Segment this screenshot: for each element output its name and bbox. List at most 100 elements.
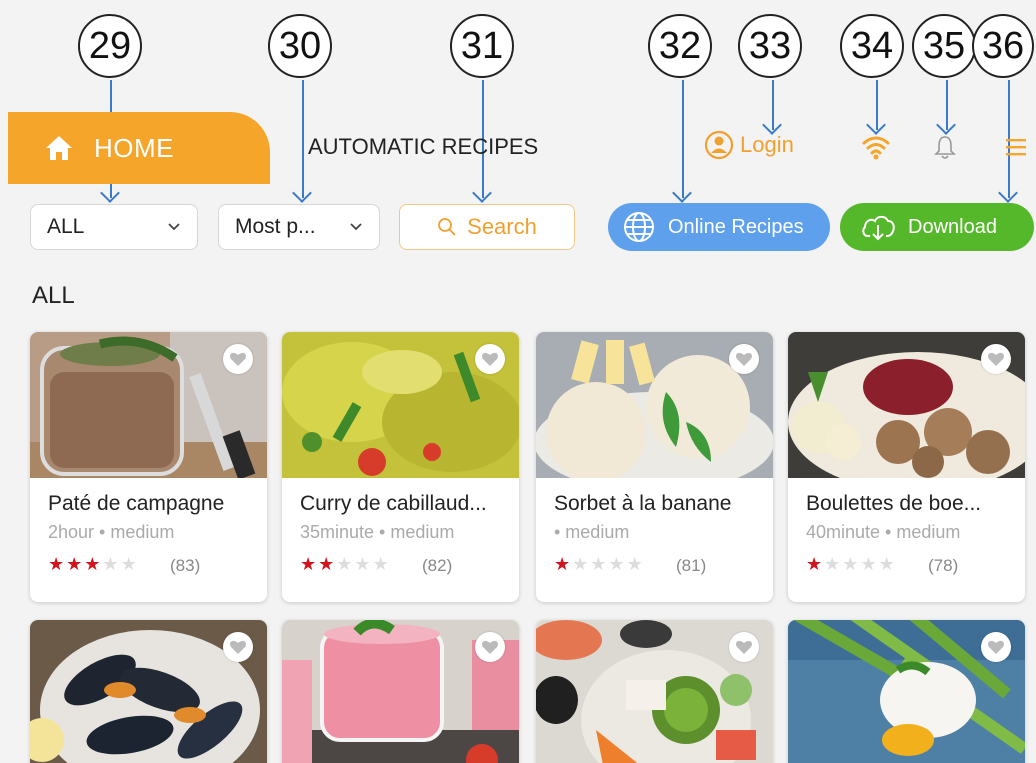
menu-icon <box>1006 139 1026 156</box>
heart-icon <box>229 352 247 366</box>
login-label: Login <box>740 132 794 157</box>
heart-icon <box>987 640 1005 654</box>
favorite-button[interactable] <box>475 632 505 662</box>
star-icon: ★ <box>66 554 83 574</box>
recipe-name: Sorbet à la banane <box>554 492 732 515</box>
chevron-down-icon <box>168 223 180 231</box>
recipe-card[interactable] <box>536 620 773 763</box>
page-title: AUTOMATIC RECIPES <box>308 134 539 159</box>
recipe-name: Paté de campagne <box>48 492 225 515</box>
star-icon: ★ <box>120 554 137 574</box>
favorite-button[interactable] <box>223 632 253 662</box>
recipe-card[interactable] <box>282 620 519 763</box>
recipe-meta: 35minute • medium <box>300 522 455 542</box>
recipe-name: Boulettes de boe... <box>806 492 982 515</box>
heart-icon <box>987 352 1005 366</box>
menu-button[interactable] <box>1004 136 1028 163</box>
callout-arrow <box>302 80 304 198</box>
callout-36: 36 <box>972 14 1034 78</box>
user-icon <box>704 130 734 160</box>
download-button[interactable]: Download <box>840 203 1034 251</box>
heart-icon <box>735 352 753 366</box>
globe-icon <box>624 212 654 242</box>
online-recipes-label: Online Recipes <box>668 215 804 238</box>
home-tab[interactable]: HOME <box>8 112 270 184</box>
wifi-icon <box>862 136 890 160</box>
rating-count: (78) <box>928 556 959 575</box>
recipe-meta: 40minute • medium <box>806 522 961 542</box>
section-label: ALL <box>32 282 75 309</box>
star-icon: ★ <box>318 554 335 574</box>
heart-icon <box>735 640 753 654</box>
favorite-button[interactable] <box>729 632 759 662</box>
notification-button[interactable] <box>934 134 956 165</box>
star-icon: ★ <box>300 554 317 574</box>
star-icon: ★ <box>554 554 571 574</box>
bell-icon <box>934 136 956 159</box>
star-icon: ★ <box>590 554 607 574</box>
login-button[interactable]: Login <box>704 130 794 160</box>
search-button[interactable]: Search <box>399 204 575 250</box>
rating-count: (81) <box>676 556 707 575</box>
callout-arrow <box>772 80 774 130</box>
star-icon: ★ <box>336 554 353 574</box>
star-icon: ★ <box>824 554 841 574</box>
rating-stars: ★ ★ ★ ★ ★ <box>300 554 391 575</box>
star-icon: ★ <box>572 554 589 574</box>
callout-31: 31 <box>450 14 514 78</box>
callout-arrow <box>876 80 878 130</box>
heart-icon <box>229 640 247 654</box>
star-icon: ★ <box>84 554 101 574</box>
heart-icon <box>481 352 499 366</box>
favorite-button[interactable] <box>475 344 505 374</box>
favorite-button[interactable] <box>729 344 759 374</box>
recipe-card[interactable] <box>788 620 1025 763</box>
star-icon: ★ <box>842 554 859 574</box>
rating-stars: ★ ★ ★ ★ ★ <box>48 554 139 575</box>
favorite-button[interactable] <box>981 344 1011 374</box>
rating-stars: ★ ★ ★ ★ ★ <box>806 554 897 575</box>
star-icon: ★ <box>878 554 895 574</box>
app-screen: 29 30 31 32 33 34 35 36 HOME AUTOMATIC R… <box>0 0 1036 763</box>
callout-arrow <box>682 80 684 198</box>
cloud-download-icon <box>862 215 895 241</box>
callout-30: 30 <box>268 14 332 78</box>
rating-count: (83) <box>170 556 201 575</box>
recipe-meta: • medium <box>554 522 630 542</box>
star-icon: ★ <box>48 554 65 574</box>
download-label: Download <box>908 215 997 238</box>
star-icon: ★ <box>626 554 643 574</box>
category-select-value: ALL <box>47 215 85 238</box>
recipe-card[interactable]: Paté de campagne 2hour • medium ★ ★ ★ ★ ★ (8… <box>30 332 267 602</box>
recipe-name: Curry de cabillaud... <box>300 492 487 515</box>
star-icon: ★ <box>102 554 119 574</box>
search-icon <box>438 218 456 236</box>
sort-select[interactable]: Most p... <box>218 204 380 250</box>
star-icon: ★ <box>806 554 823 574</box>
recipe-card[interactable]: Boulettes de boe... 40minute • medium ★ ★… <box>788 332 1025 602</box>
recipe-card[interactable] <box>30 620 267 763</box>
callout-arrow <box>946 80 948 130</box>
recipe-card[interactable]: Curry de cabillaud... 35minute • medium … <box>282 332 519 602</box>
star-icon: ★ <box>372 554 389 574</box>
star-icon: ★ <box>354 554 371 574</box>
favorite-button[interactable] <box>223 344 253 374</box>
callout-29: 29 <box>78 14 142 78</box>
star-icon: ★ <box>860 554 877 574</box>
favorite-button[interactable] <box>981 632 1011 662</box>
home-icon <box>46 136 72 160</box>
category-select[interactable]: ALL <box>30 204 198 250</box>
chevron-down-icon <box>350 223 362 231</box>
callout-35: 35 <box>912 14 976 78</box>
recipe-card[interactable]: Sorbet à la banane • medium ★ ★ ★ ★ ★ (81) <box>536 332 773 602</box>
home-label: HOME <box>94 132 174 163</box>
search-label: Search <box>467 214 537 239</box>
rating-stars: ★ ★ ★ ★ ★ <box>554 554 645 575</box>
online-recipes-button[interactable]: Online Recipes <box>608 203 830 251</box>
wifi-button[interactable] <box>862 134 890 165</box>
callout-34: 34 <box>840 14 904 78</box>
sort-select-value: Most p... <box>235 215 316 238</box>
star-icon: ★ <box>608 554 625 574</box>
rating-count: (82) <box>422 556 453 575</box>
callout-33: 33 <box>738 14 802 78</box>
